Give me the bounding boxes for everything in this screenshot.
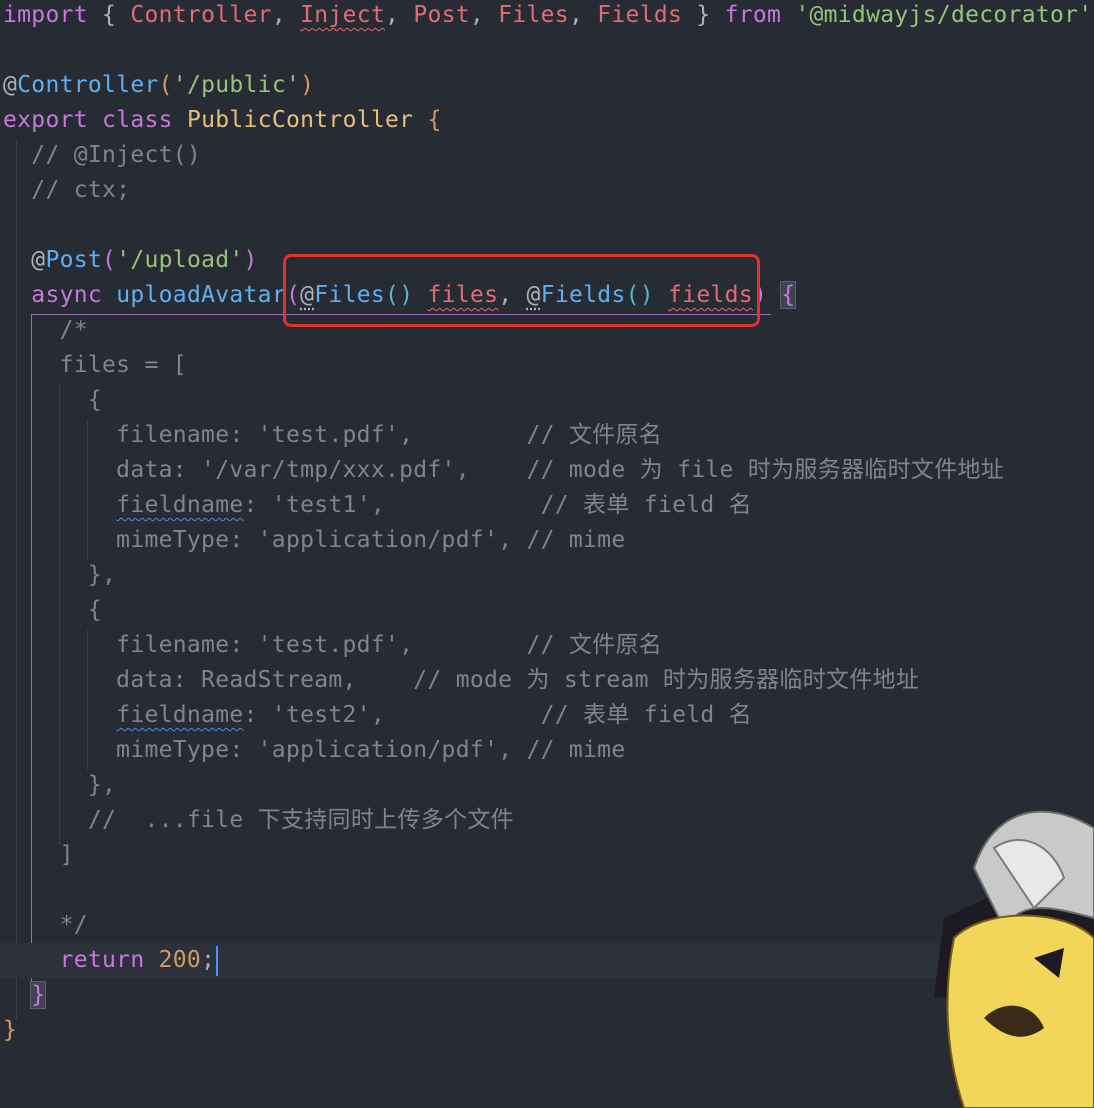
code-token: data: '/var/tmp/xxx.pdf', // mode 为 file… [3,457,1005,483]
code-token: class [102,107,173,133]
code-token: : 'test1', // 表单 field 名 [243,492,752,518]
code-token: mimeType: 'application/pdf', // mime [3,737,626,763]
code-token: } [30,981,47,1009]
code-token: filename: 'test.pdf', // 文件原名 [3,632,663,658]
code-token: ; [201,947,216,973]
code-token: Fields [597,2,683,28]
code-token: Controller [17,72,159,98]
text-cursor [216,945,219,976]
code-token: '@midwayjs/decorator' [795,2,1093,28]
code-line[interactable]: files = [ [3,348,187,383]
code-line[interactable]: { [3,593,102,628]
code-token: { [3,597,103,623]
code-token: , [385,2,414,28]
code-token: }, [3,562,117,588]
code-token: uploadAvatar [116,282,286,308]
code-token: fieldname [116,702,244,728]
code-token: ( [102,247,117,273]
code-token: // ...file 下支持同时上传多个文件 [3,807,514,833]
code-line[interactable]: // ctx; [3,173,130,208]
code-token: ) [300,72,315,98]
code-token: { [780,281,797,309]
code-token: @ [3,72,18,98]
mascot-sticker-image [934,810,1094,1108]
code-line[interactable]: data: ReadStream, // mode 为 stream 时为服务器… [3,663,919,698]
code-token: /* [3,317,88,343]
code-token: }, [3,772,117,798]
code-line[interactable]: ] [3,838,74,873]
code-token: // ctx; [3,177,131,203]
code-token: { [3,387,103,413]
code-line[interactable]: mimeType: 'application/pdf', // mime [3,523,625,558]
code-token: from [724,2,782,28]
code-token: */ [3,912,88,938]
code-line[interactable]: fieldname: 'test1', // 表单 field 名 [3,488,752,523]
code-token: data: ReadStream, // mode 为 stream 时为服务器… [3,667,920,693]
code-line[interactable]: // @Inject() [3,138,201,173]
code-line[interactable]: filename: 'test.pdf', // 文件原名 [3,628,662,663]
code-token: mimeType: 'application/pdf', // mime [3,527,626,553]
code-token: // @Inject() [3,142,202,168]
code-token: ] [3,842,74,868]
code-token: , [469,2,499,28]
code-token: } [3,1017,18,1043]
code-token: files = [ [3,352,187,378]
code-token: } [682,2,725,28]
code-line[interactable]: // ...file 下支持同时上传多个文件 [3,803,514,838]
code-line[interactable]: data: '/var/tmp/xxx.pdf', // mode 为 file… [3,453,1004,488]
code-line[interactable]: /* [3,313,88,348]
code-line[interactable]: }, [3,768,116,803]
code-token: { [427,107,442,133]
code-token: { [87,2,131,28]
code-token: import [3,2,88,28]
code-line[interactable]: } [3,1013,17,1048]
annotation-highlight-box [283,254,760,327]
code-token: return [59,947,145,973]
code-token: fieldname [116,492,244,518]
code-token: async [31,282,103,308]
code-line[interactable]: } [3,978,47,1013]
code-token: export [3,107,88,133]
code-line[interactable]: @Post('/upload') [3,243,258,278]
code-token: Files [498,2,569,28]
code-token: Post [45,247,103,273]
code-token: '/public' [172,72,301,98]
code-line[interactable]: { [3,383,102,418]
code-line[interactable]: }, [3,558,116,593]
code-token: : 'test2', // 表单 field 名 [243,702,752,728]
code-line[interactable]: import { Controller, Inject, Post, Files… [3,0,1094,33]
code-token: 200 [158,947,202,973]
code-line[interactable]: filename: 'test.pdf', // 文件原名 [3,418,662,453]
code-line[interactable]: fieldname: 'test2', // 表单 field 名 [3,698,752,733]
code-token: ) [243,247,258,273]
code-line[interactable]: export class PublicController { [3,103,442,138]
code-token: Controller [130,2,272,28]
code-token: filename: 'test.pdf', // 文件原名 [3,422,663,448]
code-token: PublicController [186,107,414,133]
code-token: ( [158,72,173,98]
code-token: '/upload' [116,247,244,273]
code-token: Inject [300,2,386,28]
code-line[interactable]: @Controller('/public') [3,68,314,103]
code-line[interactable]: mimeType: 'application/pdf', // mime [3,733,625,768]
code-token: @ [3,247,46,273]
code-token: , [271,2,301,28]
code-line[interactable]: */ [3,908,88,943]
code-token: Post [413,2,470,28]
code-token: , [568,2,598,28]
